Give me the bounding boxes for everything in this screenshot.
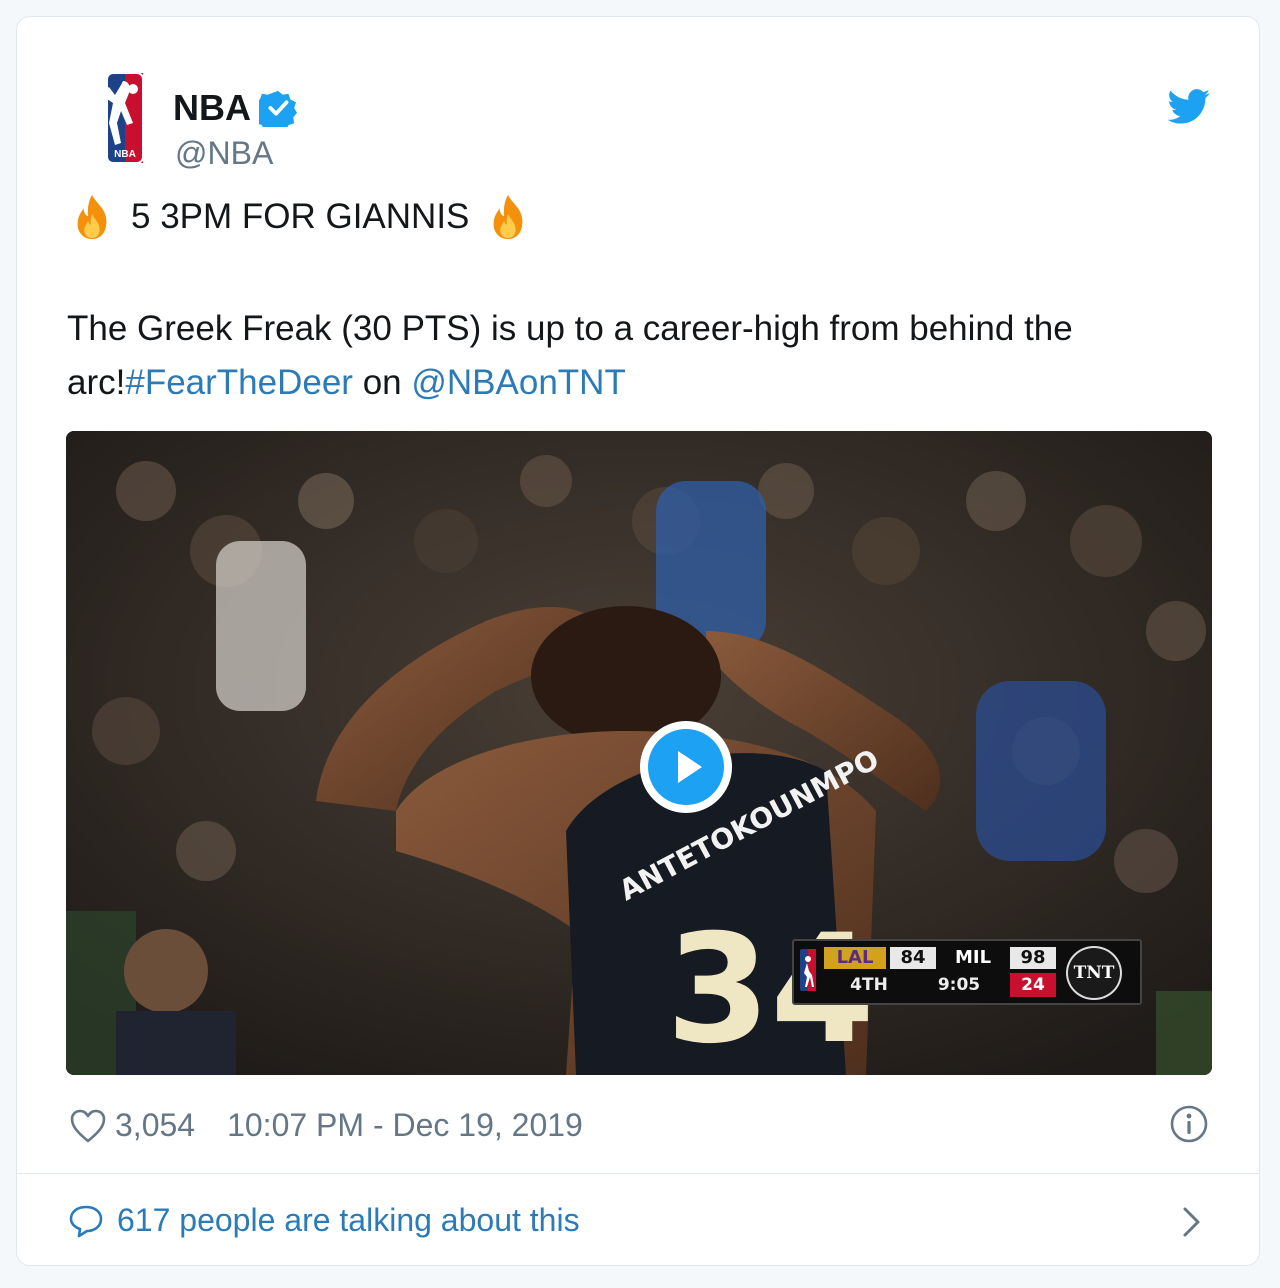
divider [17,1173,1259,1174]
body-connector: on [352,363,412,402]
tweet-headline: 5 3PM FOR GIANNIS [67,193,533,241]
info-icon[interactable] [1169,1104,1209,1144]
like-count[interactable]: 3,054 [115,1107,195,1144]
scorebug-score2: 98 [1010,947,1056,969]
scorebug: LAL 84 MIL 98 4TH 9:05 24 TNT [792,939,1142,1005]
scorebug-quarter: 4TH [850,975,888,995]
fire-icon [77,194,107,240]
scorebug-team1: LAL [824,947,886,969]
svg-text:NBA: NBA [114,149,136,160]
play-icon[interactable] [638,719,734,815]
timestamp[interactable]: 10:07 PM - Dec 19, 2019 [227,1107,583,1144]
tweet-body: The Greek Freak (30 PTS) is up to a care… [67,302,1207,410]
heart-icon[interactable] [69,1108,107,1144]
tweet-meta: 3,054 10:07 PM - Dec 19, 2019 [69,1107,583,1144]
reply-bubble-icon [69,1205,103,1237]
author-name-row: NBA [173,87,297,129]
verified-badge-icon [259,90,297,127]
author-name[interactable]: NBA [173,87,251,129]
fire-icon [494,194,523,240]
scorebug-shot-clock: 24 [1010,973,1056,997]
tweet-card: NBA NBA @NBA 5 3PM FOR GIANNIS The Greek… [16,16,1260,1266]
conversation-text[interactable]: 617 people are talking about this [117,1202,580,1239]
headline-text: 5 3PM FOR GIANNIS [131,197,470,236]
hashtag-link[interactable]: #FearTheDeer [125,363,353,402]
scorebug-team2: MIL [954,947,992,968]
video-player[interactable]: ANTETOKOUNMPO 34 LAL 84 MIL 98 4TH 9:05 [66,431,1212,1075]
conversation-link[interactable]: 617 people are talking about this [67,1202,580,1239]
nba-logo-icon [800,949,816,991]
scorebug-clock: 9:05 [937,975,981,995]
author-handle[interactable]: @NBA [175,135,273,172]
network-logo: TNT [1066,946,1122,1000]
mention-link[interactable]: @NBAonTNT [411,363,625,402]
twitter-bird-icon[interactable] [1167,89,1211,125]
scorebug-score1: 84 [890,947,936,969]
chevron-right-icon[interactable] [1181,1205,1203,1239]
nba-logo-icon[interactable]: NBA [87,71,163,171]
